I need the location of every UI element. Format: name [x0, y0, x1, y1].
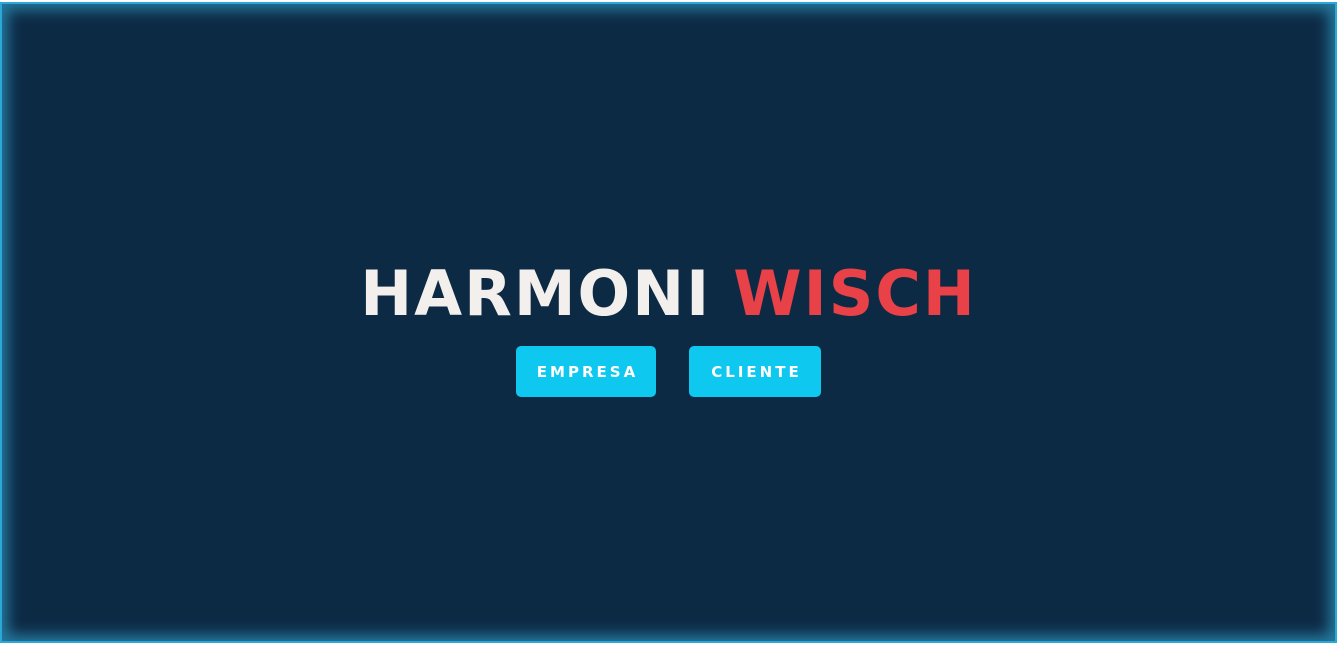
logo-word-harmoni: HARMONI	[360, 257, 712, 330]
main-frame: HARMONI WISCH EMPRESA CLIENTE	[0, 2, 1337, 643]
logo-word-wisch: WISCH	[733, 257, 977, 330]
cliente-button[interactable]: CLIENTE	[689, 346, 821, 397]
empresa-button[interactable]: EMPRESA	[516, 346, 656, 397]
brand-logo: HARMONI WISCH	[2, 262, 1335, 326]
empresa-button-label: EMPRESA	[536, 362, 639, 381]
cliente-button-label: CLIENTE	[711, 362, 802, 381]
